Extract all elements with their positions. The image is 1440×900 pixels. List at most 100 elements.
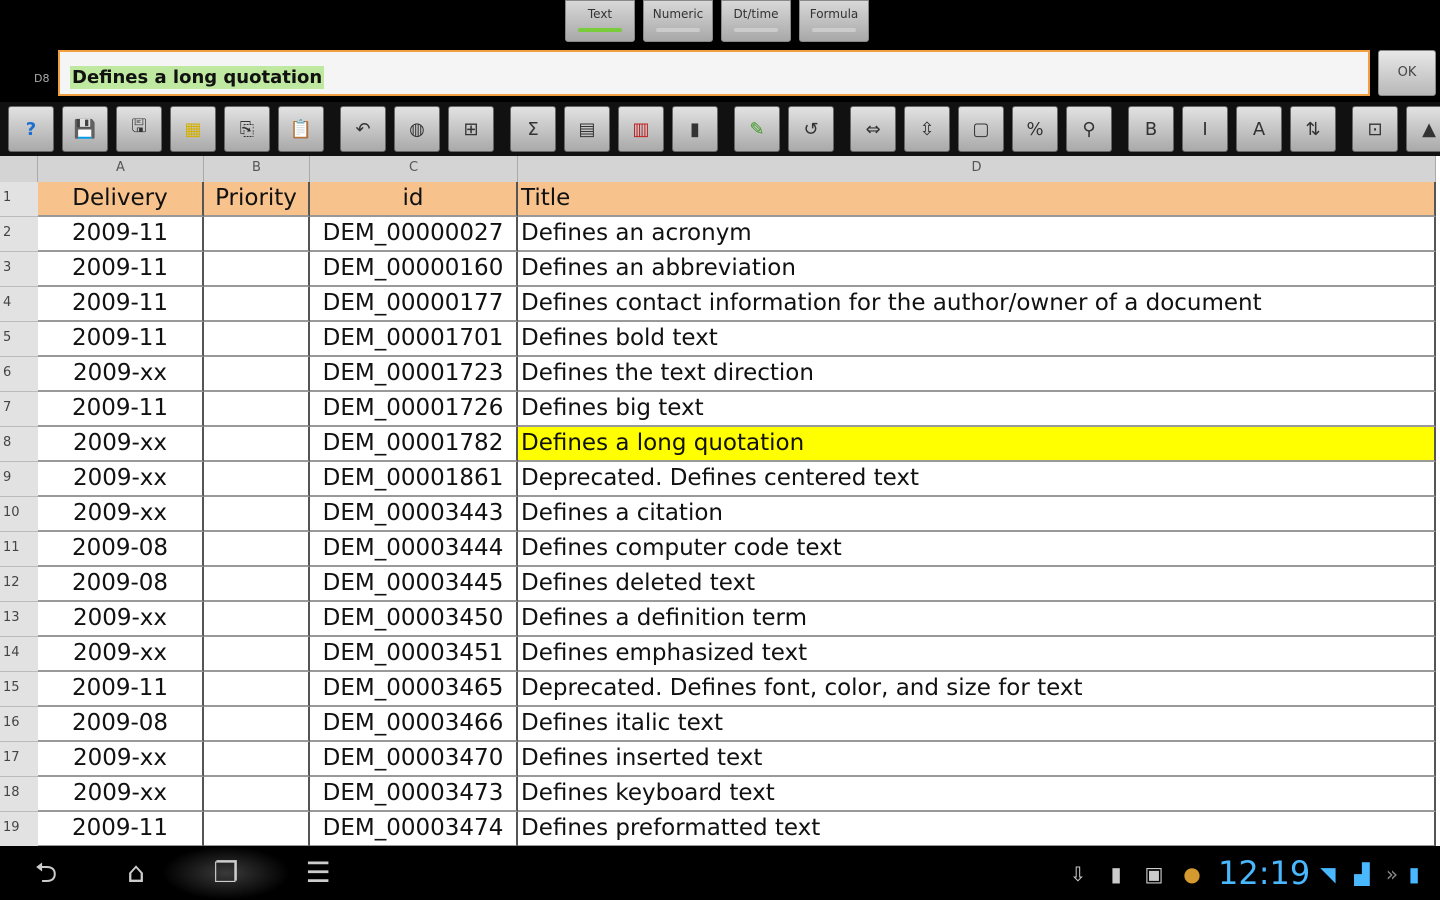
- table-cell-c[interactable]: DEM_00001726: [310, 392, 518, 427]
- row-header[interactable]: 10: [0, 497, 38, 532]
- table-cell-a[interactable]: 2009-08: [38, 532, 204, 567]
- cell-edit-input[interactable]: Defines a long quotation: [58, 50, 1370, 96]
- search-button[interactable]: ⚲: [1066, 106, 1112, 152]
- table-cell-b[interactable]: [204, 322, 310, 357]
- table-cell-b[interactable]: [204, 532, 310, 567]
- table-cell-b[interactable]: [204, 392, 310, 427]
- table-cell-b[interactable]: [204, 637, 310, 672]
- mode-tab-dttime[interactable]: Dt/time: [721, 0, 791, 42]
- column-header-c[interactable]: C: [310, 156, 518, 182]
- row-header[interactable]: 1: [0, 182, 38, 217]
- table-cell-a[interactable]: 2009-xx: [38, 462, 204, 497]
- sum-button[interactable]: Σ: [510, 106, 556, 152]
- table-cell-b[interactable]: [204, 602, 310, 637]
- table-cell-a[interactable]: 2009-xx: [38, 427, 204, 462]
- table-cell-a[interactable]: 2009-xx: [38, 777, 204, 812]
- table-cell-a[interactable]: 2009-xx: [38, 602, 204, 637]
- text-color-button[interactable]: A: [1236, 106, 1282, 152]
- table-cell-a[interactable]: 2009-08: [38, 707, 204, 742]
- table-cell-b[interactable]: [204, 812, 310, 846]
- table-cell-b[interactable]: [204, 357, 310, 392]
- ok-button[interactable]: OK: [1378, 50, 1436, 96]
- row-header[interactable]: 13: [0, 602, 38, 637]
- insert-row-button[interactable]: ⇔: [850, 106, 896, 152]
- table-cell-d[interactable]: Defines the text direction: [518, 357, 1436, 392]
- row-header[interactable]: 17: [0, 742, 38, 777]
- table-cell-d[interactable]: Deprecated. Defines centered text: [518, 462, 1436, 497]
- header-cell-d[interactable]: Title: [518, 182, 1436, 217]
- column-header-a[interactable]: A: [38, 156, 204, 182]
- table-cell-d[interactable]: Defines italic text: [518, 707, 1436, 742]
- italic-button[interactable]: I: [1182, 106, 1228, 152]
- number-format-button[interactable]: %: [1012, 106, 1058, 152]
- table-cell-c[interactable]: DEM_00003473: [310, 777, 518, 812]
- paste-button[interactable]: 📋: [278, 106, 324, 152]
- row-header[interactable]: 16: [0, 707, 38, 742]
- table-cell-c[interactable]: DEM_00000027: [310, 217, 518, 252]
- table-cell-d[interactable]: Deprecated. Defines font, color, and siz…: [518, 672, 1436, 707]
- table-cell-d[interactable]: Defines a citation: [518, 497, 1436, 532]
- home-icon[interactable]: ⌂: [114, 856, 158, 890]
- table-cell-d[interactable]: Defines an abbreviation: [518, 252, 1436, 287]
- bold-button[interactable]: B: [1128, 106, 1174, 152]
- table-cell-d[interactable]: Defines a long quotation: [518, 427, 1436, 462]
- table-cell-c[interactable]: DEM_00003466: [310, 707, 518, 742]
- table-cell-d[interactable]: Defines inserted text: [518, 742, 1436, 777]
- table-cell-c[interactable]: DEM_00003470: [310, 742, 518, 777]
- table-cell-b[interactable]: [204, 427, 310, 462]
- row-header[interactable]: 15: [0, 672, 38, 707]
- table-cell-c[interactable]: DEM_00001723: [310, 357, 518, 392]
- copy-button[interactable]: ⎘: [224, 106, 270, 152]
- date-button[interactable]: ▢: [958, 106, 1004, 152]
- menu-icon[interactable]: ☰: [296, 856, 340, 890]
- table-cell-a[interactable]: 2009-11: [38, 322, 204, 357]
- row-header[interactable]: 8: [0, 427, 38, 462]
- table-cell-d[interactable]: Defines deleted text: [518, 567, 1436, 602]
- table-cell-a[interactable]: 2009-08: [38, 567, 204, 602]
- pen-button[interactable]: ✎: [734, 106, 780, 152]
- table-cell-b[interactable]: [204, 567, 310, 602]
- column-header-b[interactable]: B: [204, 156, 310, 182]
- row-header[interactable]: 6: [0, 357, 38, 392]
- table-cell-c[interactable]: DEM_00003474: [310, 812, 518, 846]
- grid-button[interactable]: ▦: [170, 106, 216, 152]
- resize-button[interactable]: ⇳: [904, 106, 950, 152]
- row-header[interactable]: 5: [0, 322, 38, 357]
- column-header-d[interactable]: D: [518, 156, 1436, 182]
- undo-button[interactable]: ↺: [788, 106, 834, 152]
- table-cell-b[interactable]: [204, 777, 310, 812]
- table-cell-b[interactable]: [204, 672, 310, 707]
- table-cell-c[interactable]: DEM_00003465: [310, 672, 518, 707]
- table-cell-d[interactable]: Defines preformatted text: [518, 812, 1436, 846]
- help-button[interactable]: ?: [8, 106, 54, 152]
- table-cell-c[interactable]: DEM_00003444: [310, 532, 518, 567]
- fill-button[interactable]: ▲: [1406, 106, 1440, 152]
- table-cell-c[interactable]: DEM_00003443: [310, 497, 518, 532]
- table-cell-d[interactable]: Defines emphasized text: [518, 637, 1436, 672]
- table-cell-c[interactable]: DEM_00003445: [310, 567, 518, 602]
- table-cell-d[interactable]: Defines contact information for the auth…: [518, 287, 1436, 322]
- table-cell-c[interactable]: DEM_00000160: [310, 252, 518, 287]
- calendar-grid-button[interactable]: ▥: [618, 106, 664, 152]
- mode-tab-text[interactable]: Text: [565, 0, 635, 42]
- table-cell-a[interactable]: 2009-xx: [38, 497, 204, 532]
- recent-apps-icon[interactable]: ❐: [204, 856, 248, 890]
- table-cell-a[interactable]: 2009-11: [38, 287, 204, 322]
- table-cell-b[interactable]: [204, 287, 310, 322]
- header-cell-b[interactable]: Priority: [204, 182, 310, 217]
- back-icon[interactable]: ⮌: [24, 856, 68, 890]
- table-cell-a[interactable]: 2009-11: [38, 392, 204, 427]
- table-cell-d[interactable]: Defines an acronym: [518, 217, 1436, 252]
- row-header[interactable]: 14: [0, 637, 38, 672]
- border-button[interactable]: ⊡: [1352, 106, 1398, 152]
- globe-button[interactable]: ◍: [394, 106, 440, 152]
- mode-tab-numeric[interactable]: Numeric: [643, 0, 713, 42]
- row-header[interactable]: 18: [0, 777, 38, 812]
- table-cell-c[interactable]: DEM_00001701: [310, 322, 518, 357]
- table-cell-d[interactable]: Defines computer code text: [518, 532, 1436, 567]
- row-header[interactable]: 2: [0, 217, 38, 252]
- table-cell-b[interactable]: [204, 252, 310, 287]
- table-cell-b[interactable]: [204, 462, 310, 497]
- table-cell-a[interactable]: 2009-xx: [38, 637, 204, 672]
- table-cell-d[interactable]: Defines bold text: [518, 322, 1436, 357]
